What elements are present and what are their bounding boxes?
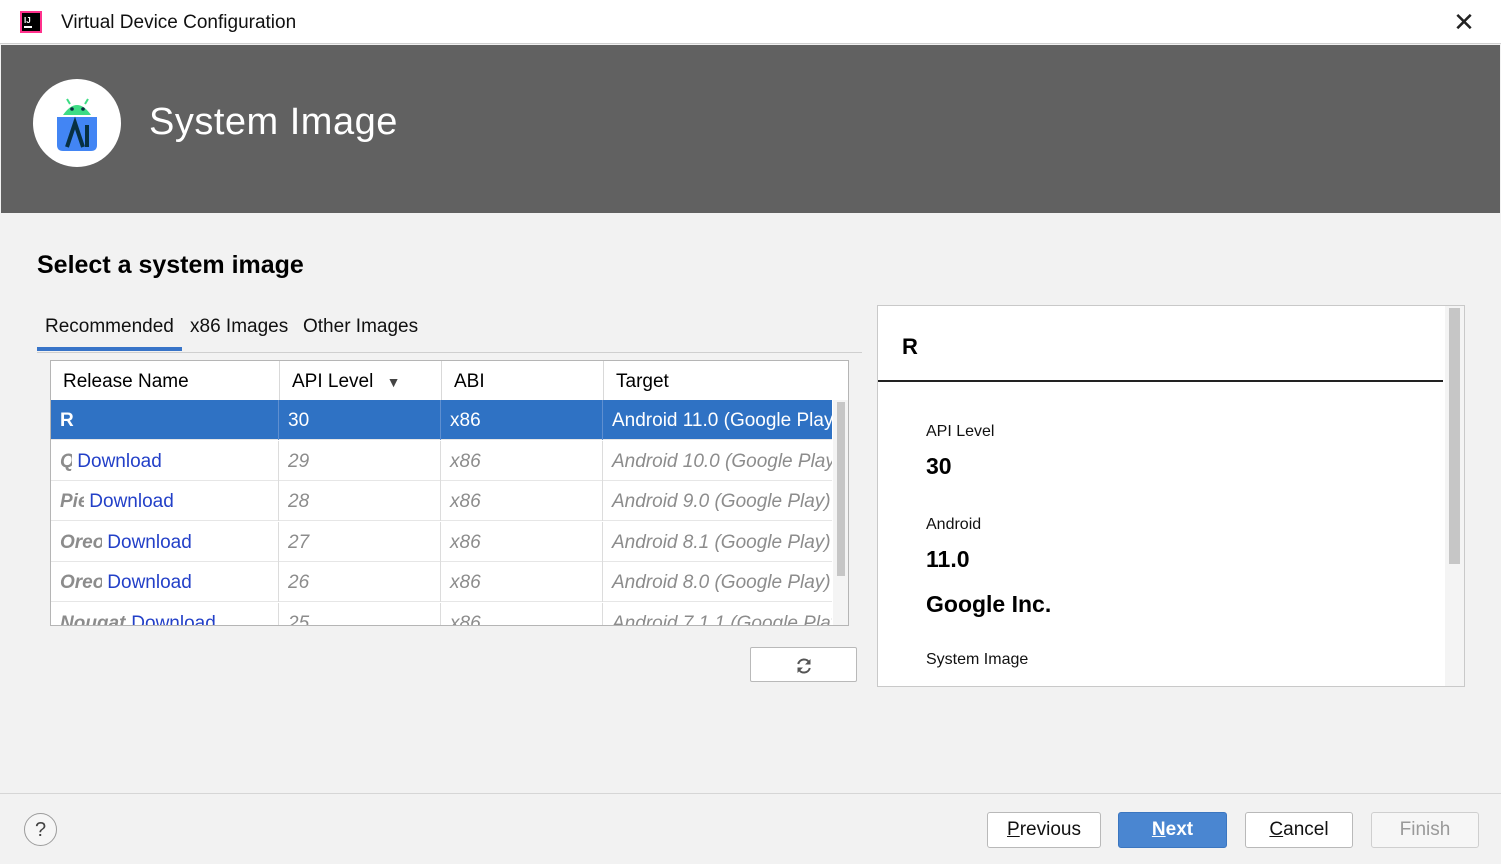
next-button[interactable]: Next: [1118, 812, 1227, 848]
column-header-release-name[interactable]: Release Name: [51, 361, 280, 400]
banner-heading: System Image: [149, 101, 398, 143]
release-name: Oreo: [60, 532, 102, 553]
tab-other-images[interactable]: Other Images: [303, 316, 418, 338]
cancel-label: ancel: [1283, 819, 1329, 840]
column-header-api-level-label: API Level: [292, 371, 374, 392]
target-cell: Android 9.0 (Google Play): [612, 491, 831, 512]
release-name-cell: Pie Download: [51, 481, 279, 521]
table-row[interactable]: Nougat Download 25 x86 Android 7.1.1 (Go…: [51, 603, 832, 626]
release-name: Q: [60, 441, 72, 481]
wizard-banner: System Image: [1, 45, 1500, 213]
download-link[interactable]: Download: [89, 491, 174, 512]
finish-button[interactable]: Finish: [1371, 812, 1479, 848]
download-link[interactable]: Download: [107, 572, 192, 593]
tab-x86-images[interactable]: x86 Images: [190, 316, 288, 338]
column-header-target[interactable]: Target: [604, 361, 832, 400]
table-row[interactable]: Q Download 29 x86 Android 10.0 (Google P…: [51, 441, 832, 481]
active-tab-indicator: [37, 347, 182, 351]
close-icon[interactable]: ✕: [1446, 6, 1482, 38]
release-name-cell: Q Download: [51, 441, 279, 481]
table-header: Release Name API Level ▼ ABI Target: [51, 361, 832, 401]
android-label: Android: [926, 516, 982, 533]
refresh-button[interactable]: [750, 647, 857, 682]
release-name: Nougat: [60, 613, 126, 626]
footer-divider: [0, 793, 1501, 794]
tab-recommended[interactable]: Recommended: [45, 316, 174, 338]
release-name-cell: R: [51, 400, 279, 440]
detail-scrollbar-thumb[interactable]: [1449, 308, 1460, 564]
release-name-cell: Oreo Download: [51, 562, 279, 602]
refresh-icon: [797, 658, 811, 674]
abi-cell: x86: [441, 441, 603, 481]
target-cell: Android 7.1.1 (Google Play): [612, 613, 832, 626]
table-row[interactable]: Oreo Download 27 x86 Android 8.1 (Google…: [51, 522, 832, 562]
api-level-cell: 29: [279, 441, 441, 481]
api-level-label: API Level: [926, 423, 995, 440]
abi-cell: x86: [441, 603, 603, 625]
previous-mnemonic: P: [1007, 819, 1020, 840]
api-level-cell: 28: [279, 481, 441, 521]
system-image-label: System Image: [926, 651, 1029, 668]
api-level-cell: 26: [279, 562, 441, 602]
api-level: 27: [288, 532, 310, 553]
android-version-value: 11.0: [926, 546, 970, 572]
svg-text:IJ: IJ: [24, 16, 31, 25]
target-cell: Android 8.0 (Google Play): [612, 572, 831, 593]
system-image-table: Release Name API Level ▼ ABI Target R 30…: [50, 360, 849, 626]
android-studio-icon: [33, 79, 121, 167]
cancel-button[interactable]: Cancel: [1245, 812, 1353, 848]
api-level-cell: 25: [279, 603, 441, 626]
download-link[interactable]: Download: [131, 613, 216, 625]
api-level: 26: [288, 572, 310, 593]
release-name: Pie: [60, 491, 84, 512]
detail-release-name: R: [902, 334, 918, 359]
api-level-cell: 27: [279, 522, 441, 562]
abi-cell: x86: [441, 481, 603, 521]
target-cell: Android 8.1 (Google Play): [612, 532, 831, 553]
cancel-mnemonic: C: [1269, 819, 1284, 840]
download-link[interactable]: Download: [107, 532, 192, 553]
title-bar: IJ Virtual Device Configuration ✕: [0, 0, 1501, 44]
release-name: Oreo: [60, 572, 102, 593]
image-tabs: Recommended x86 Images Other Images: [37, 310, 862, 353]
intellij-idea-icon: IJ: [20, 11, 42, 33]
detail-separator: [878, 380, 1443, 382]
table-scrollbar[interactable]: [833, 400, 848, 625]
sort-descending-icon: ▼: [386, 374, 401, 390]
window-title: Virtual Device Configuration: [61, 12, 297, 33]
detail-scrollbar[interactable]: [1445, 306, 1464, 686]
image-detail-panel: R API Level 30 Android 11.0 Google Inc. …: [877, 305, 1465, 687]
column-header-api-level[interactable]: API Level ▼: [280, 361, 442, 400]
vendor-value: Google Inc.: [926, 591, 1052, 617]
next-label: ext: [1165, 819, 1194, 840]
api-level-cell: 30: [279, 400, 441, 440]
help-button[interactable]: ?: [24, 813, 57, 846]
page-title: Select a system image: [37, 251, 304, 279]
api-level-value: 30: [926, 453, 952, 479]
table-scrollbar-thumb[interactable]: [837, 402, 845, 576]
target-cell: Android 10.0 (Google Play): [612, 451, 832, 472]
table-row[interactable]: Pie Download 28 x86 Android 9.0 (Google …: [51, 481, 832, 521]
previous-button[interactable]: Previous: [987, 812, 1101, 848]
release-name-cell: Nougat Download: [51, 603, 279, 626]
target-cell: Android 11.0 (Google Play): [612, 410, 832, 431]
table-row[interactable]: R 30 x86 Android 11.0 (Google Play): [51, 400, 832, 440]
abi-cell: x86: [441, 400, 603, 440]
download-link[interactable]: Download: [77, 451, 162, 472]
release-name-cell: Oreo Download: [51, 522, 279, 562]
abi-cell: x86: [441, 522, 603, 562]
api-level: 29: [288, 451, 310, 472]
previous-label: revious: [1019, 819, 1081, 840]
table-row[interactable]: Oreo Download 26 x86 Android 8.0 (Google…: [51, 562, 832, 602]
abi-cell: x86: [441, 562, 603, 602]
next-mnemonic: N: [1151, 819, 1166, 840]
column-header-abi[interactable]: ABI: [442, 361, 604, 400]
api-level: 25: [288, 613, 310, 626]
api-level: 28: [288, 491, 310, 512]
